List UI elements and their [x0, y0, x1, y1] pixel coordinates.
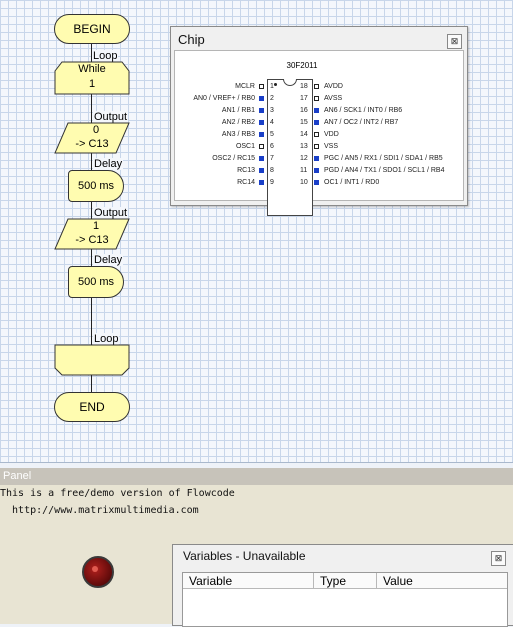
output2-value: 1: [92, 220, 100, 232]
chip-window[interactable]: Chip ⊠ 30F2011 MCLR 1 AN0 / VREF+ / RB0 2 AN…: [170, 26, 468, 216]
begin-label: BEGIN: [73, 22, 111, 36]
end-label: END: [79, 400, 105, 414]
pin-square[interactable]: [259, 120, 264, 125]
pin-label: VSS: [324, 143, 339, 150]
column-type[interactable]: Type: [314, 573, 377, 589]
pin-number: 2: [270, 95, 274, 102]
loop-while-line2: 1: [88, 78, 96, 90]
panel-title: Panel: [0, 468, 513, 485]
pin-label: OSC1: [235, 143, 255, 150]
pin-number: 12: [300, 155, 308, 162]
pin-number: 18: [300, 83, 308, 90]
pin-label: AN3 / RB3: [221, 131, 255, 138]
pin-label: AN0 / VREF+ / RB0: [193, 95, 255, 102]
variables-window-title: Variables - Unavailable: [183, 549, 306, 563]
demo-notice: This is a free/demo version of Flowcode: [0, 488, 235, 499]
pin-label: MCLR: [235, 83, 255, 90]
pin-square[interactable]: [259, 144, 264, 149]
pin-square[interactable]: [314, 168, 319, 173]
pin-label: RC13: [237, 167, 255, 174]
pin-number: 11: [300, 167, 308, 174]
pin-square[interactable]: [259, 156, 264, 161]
pin-number: 17: [300, 95, 308, 102]
pin-number: 15: [300, 119, 308, 126]
loop-while-line1: While: [78, 63, 106, 75]
pin-number: 6: [270, 143, 274, 150]
variables-table[interactable]: Variable Type Value: [182, 572, 508, 627]
pin-label: PGD / AN4 / TX1 / SDO1 / SCL1 / RB4: [324, 167, 445, 174]
begin-terminator[interactable]: BEGIN: [54, 14, 130, 44]
pin-label: AN2 / RB2: [221, 119, 255, 126]
pin-label: AN1 / RB1: [221, 107, 255, 114]
pin-label: RC14: [237, 179, 255, 186]
delay1-value: 500 ms: [77, 180, 115, 192]
chip-diagram: 30F2011 MCLR 1 AN0 / VREF+ / RB0 2 AN1 / RB1…: [174, 50, 464, 216]
chip-name: 30F2011: [286, 61, 318, 70]
pin-label: AN6 / SCK1 / INT0 / RB6: [324, 107, 403, 114]
pin-number: 16: [300, 107, 308, 114]
pin-number: 4: [270, 119, 274, 126]
pin-square[interactable]: [314, 180, 319, 185]
pin-square[interactable]: [314, 156, 319, 161]
end-terminator[interactable]: END: [54, 392, 130, 422]
pin-number: 8: [270, 167, 274, 174]
pin-number: 14: [300, 131, 308, 138]
column-variable[interactable]: Variable: [183, 573, 314, 589]
led-highlight: [92, 566, 98, 572]
pin-number: 1: [270, 83, 274, 90]
pin-square[interactable]: [259, 180, 264, 185]
pin-label: AVSS: [324, 95, 343, 102]
pin-number: 10: [300, 179, 308, 186]
pin-number: 5: [270, 131, 274, 138]
delay2-value: 500 ms: [77, 276, 115, 288]
pin-label: VDD: [324, 131, 339, 138]
led-indicator[interactable]: [82, 556, 114, 588]
flowchart-canvas[interactable]: BEGIN Loop While 1 Output 0 -> C13 Delay…: [0, 0, 513, 463]
pin-square[interactable]: [314, 120, 319, 125]
close-icon[interactable]: ⊠: [447, 34, 462, 49]
pin-square[interactable]: [259, 96, 264, 101]
delay2-shape[interactable]: 500 ms: [68, 266, 124, 298]
pin-label: OC1 / INT1 / RD0: [324, 179, 380, 186]
loop-end-shape[interactable]: [54, 344, 130, 376]
output2-target: -> C13: [75, 234, 109, 246]
pin-square[interactable]: [314, 96, 319, 101]
pin-square[interactable]: [259, 168, 264, 173]
demo-url: http://www.matrixmultimedia.com: [0, 505, 199, 516]
pin-square[interactable]: [314, 84, 319, 89]
pin-square[interactable]: [259, 132, 264, 137]
pin-label: AVDD: [324, 83, 343, 90]
column-value[interactable]: Value: [377, 573, 507, 589]
pin-number: 3: [270, 107, 274, 114]
pin-label: PGC / AN5 / RX1 / SDI1 / SDA1 / RB5: [324, 155, 443, 162]
pin-label: OSC2 / RC15: [212, 155, 255, 162]
pin-square[interactable]: [259, 84, 264, 89]
pin-square[interactable]: [314, 144, 319, 149]
pin-square[interactable]: [314, 108, 319, 113]
pin-label: AN7 / OC2 / INT2 / RB7: [324, 119, 399, 126]
delay1-caption: Delay: [93, 158, 124, 170]
pin-number: 9: [270, 179, 274, 186]
output1-value: 0: [92, 124, 100, 136]
variables-window[interactable]: Variables - Unavailable ⊠ Variable Type …: [172, 544, 513, 627]
chip-window-title: Chip: [178, 32, 205, 47]
output1-target: -> C13: [75, 138, 109, 150]
pin-square[interactable]: [314, 132, 319, 137]
ic-pin1-dot: [274, 83, 277, 86]
pin-number: 7: [270, 155, 274, 162]
delay1-shape[interactable]: 500 ms: [68, 170, 124, 202]
close-icon[interactable]: ⊠: [491, 551, 506, 566]
pin-number: 13: [300, 143, 308, 150]
pin-square[interactable]: [259, 108, 264, 113]
delay2-caption: Delay: [93, 254, 124, 266]
